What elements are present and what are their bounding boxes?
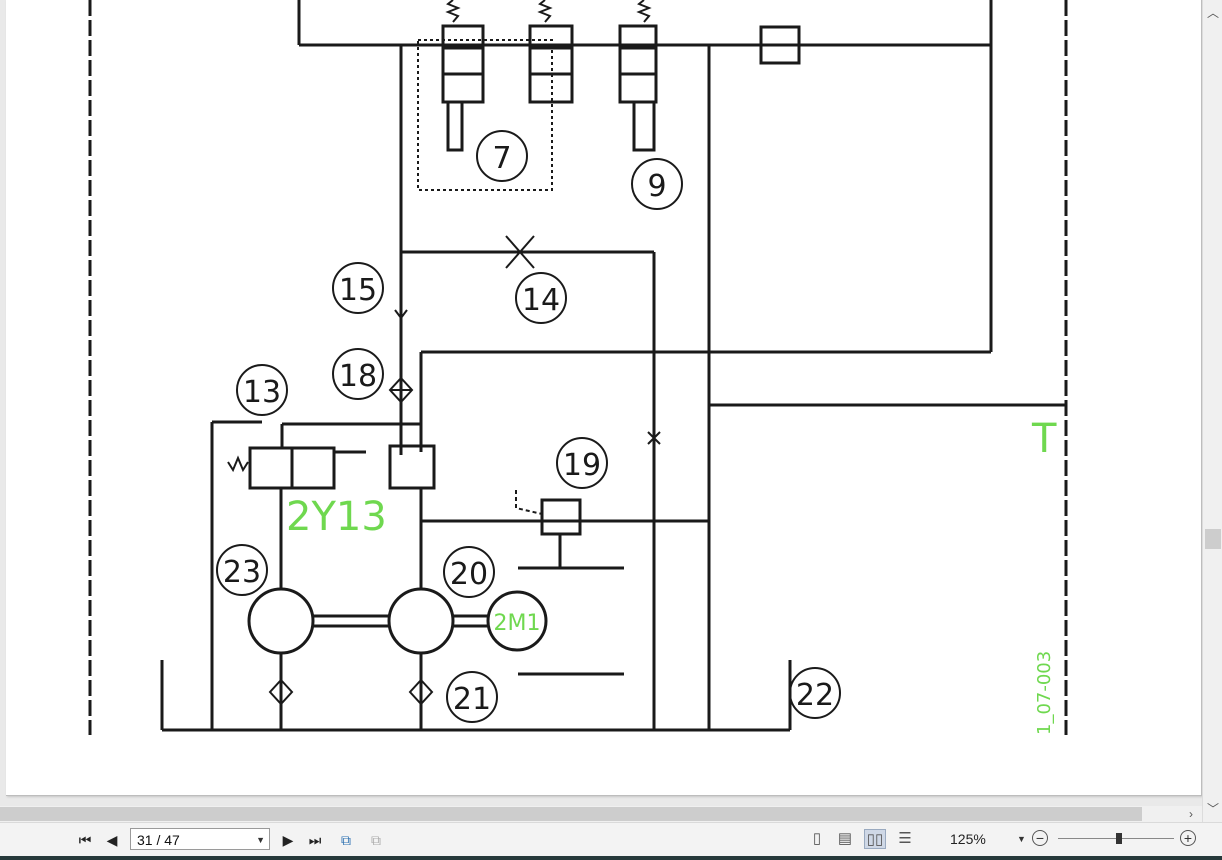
- horizontal-scroll-thumb[interactable]: [0, 807, 1142, 821]
- callout-18: 18: [339, 359, 377, 394]
- last-page-icon[interactable]: ⏭: [306, 831, 324, 849]
- previous-page-icon[interactable]: ◀: [104, 831, 120, 849]
- callout-23: 23: [223, 555, 261, 590]
- previous-view-icon[interactable]: ⧉: [336, 831, 356, 849]
- page-number-input[interactable]: 31 / 47 ▼: [130, 828, 270, 850]
- callout-14: 14: [522, 283, 560, 318]
- vertical-scroll-thumb[interactable]: [1205, 529, 1221, 549]
- zoom-slider[interactable]: [1058, 833, 1174, 844]
- scroll-down-arrow-icon[interactable]: ﹀: [1203, 800, 1222, 818]
- continuous-layout-icon[interactable]: ▤: [834, 829, 856, 849]
- callout-20: 20: [450, 557, 488, 592]
- zoom-slider-knob[interactable]: [1116, 833, 1122, 844]
- callout-19: 19: [563, 448, 601, 483]
- callout-15: 15: [339, 273, 377, 308]
- valve-label-2y13: 2Y13: [286, 494, 387, 540]
- zoom-level[interactable]: 125%: [950, 829, 1010, 849]
- callout-9: 9: [647, 169, 666, 204]
- callout-21: 21: [453, 682, 491, 717]
- scroll-right-arrow-icon[interactable]: ›: [1184, 806, 1198, 822]
- horizontal-scrollbar[interactable]: ›: [0, 806, 1202, 822]
- page-indicator-text: 31 / 47: [137, 832, 180, 848]
- hydraulic-schematic: 7 9 15 14 18 13 19 23 20 21 22 2Y13 2M1 …: [88, 0, 1068, 735]
- drawing-id-label: 1_07-003: [1034, 651, 1055, 735]
- two-page-layout-icon[interactable]: ▯▯: [864, 829, 886, 849]
- pdf-page: 7 9 15 14 18 13 19 23 20 21 22 2Y13 2M1 …: [6, 0, 1202, 796]
- next-view-icon: ⧉: [371, 832, 381, 848]
- single-page-layout-icon[interactable]: ▯: [806, 829, 828, 849]
- motor-label-2m1: 2M1: [494, 611, 541, 636]
- zoom-out-icon[interactable]: −: [1032, 830, 1048, 846]
- zoom-dropdown-icon[interactable]: ▼: [1017, 829, 1026, 849]
- document-viewport: 7 9 15 14 18 13 19 23 20 21 22 2Y13 2M1 …: [0, 0, 1202, 806]
- vertical-scrollbar[interactable]: ︿ ﹀: [1202, 0, 1222, 822]
- bottom-toolbar: ⏮ ◀ 31 / 47 ▼ ▶ ⏭ ⧉ ⧉ ▯ ▤ ▯▯ ☰ 125% ▼ − …: [0, 822, 1222, 857]
- two-page-continuous-icon[interactable]: ☰: [894, 829, 916, 849]
- callout-13: 13: [243, 375, 281, 410]
- tank-label-t: T: [1031, 416, 1057, 462]
- chevron-down-icon[interactable]: ▼: [256, 829, 265, 851]
- callout-22: 22: [796, 678, 834, 713]
- scroll-up-arrow-icon[interactable]: ︿: [1203, 4, 1222, 22]
- next-page-icon[interactable]: ▶: [280, 831, 296, 849]
- first-page-icon[interactable]: ⏮: [76, 831, 94, 849]
- callout-7: 7: [492, 141, 511, 176]
- zoom-in-icon[interactable]: +: [1180, 830, 1196, 846]
- taskbar-strip: [0, 856, 1222, 860]
